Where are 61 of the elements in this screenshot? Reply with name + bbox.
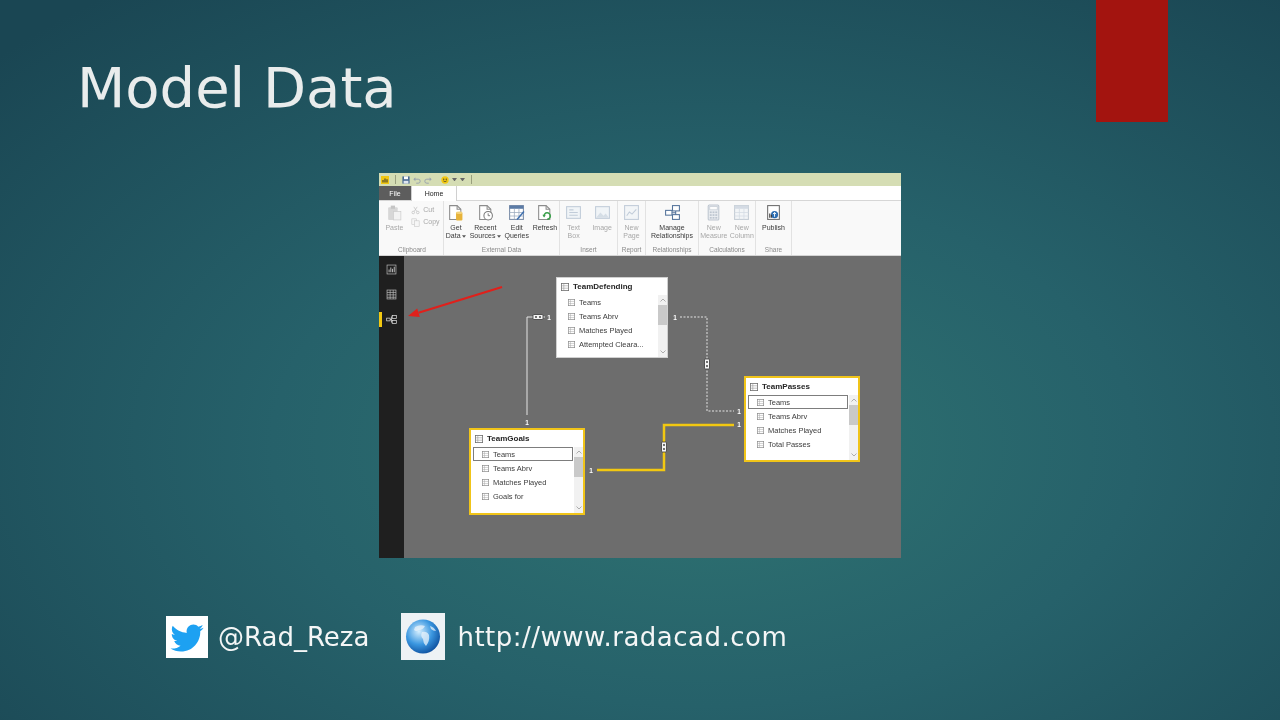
table-name: TeamGoals xyxy=(487,434,530,443)
column-icon xyxy=(757,426,764,434)
scissors-icon xyxy=(411,205,421,215)
chevron-down-icon[interactable] xyxy=(850,453,857,457)
app-logo-icon[interactable] xyxy=(381,175,389,184)
line-marker-icon xyxy=(704,358,710,370)
scrollbar[interactable] xyxy=(849,395,858,460)
chevron-up-icon[interactable] xyxy=(575,450,582,454)
copy-icon xyxy=(411,217,421,227)
image-icon xyxy=(593,204,611,221)
grid-icon xyxy=(386,289,397,300)
relationship-line[interactable] xyxy=(679,316,735,412)
table-icon xyxy=(475,434,483,443)
column-icon xyxy=(482,492,489,500)
line-marker-icon xyxy=(661,441,667,453)
relationship-line[interactable] xyxy=(526,316,546,416)
publish-icon xyxy=(765,204,782,221)
chevron-up-icon[interactable] xyxy=(659,298,666,302)
column-icon xyxy=(482,478,489,486)
relationship-line[interactable] xyxy=(597,423,734,472)
table-column-icon xyxy=(733,204,751,221)
column-icon xyxy=(568,312,575,320)
table-pencil-icon xyxy=(508,204,526,221)
chevron-up-icon[interactable] xyxy=(850,398,857,402)
redo-icon[interactable] xyxy=(424,175,432,184)
website-url: http://www.radacad.com xyxy=(457,621,788,652)
scrollbar[interactable] xyxy=(658,295,667,357)
smiley-icon[interactable] xyxy=(441,175,449,184)
line-marker-icon xyxy=(532,314,544,320)
chart-page-icon xyxy=(623,204,640,221)
column-icon xyxy=(482,450,489,458)
table-name: TeamDefending xyxy=(573,282,633,291)
column-icon xyxy=(568,326,575,334)
scrollbar[interactable] xyxy=(574,447,583,513)
column-icon xyxy=(757,412,764,420)
globe-icon xyxy=(401,613,446,660)
scrollbar-thumb[interactable] xyxy=(849,405,858,425)
chevron-down-icon[interactable] xyxy=(659,350,666,354)
column-icon xyxy=(757,398,764,406)
scrollbar-thumb[interactable] xyxy=(574,457,583,477)
database-document-icon xyxy=(447,204,465,221)
relationship-diagram-icon xyxy=(663,204,681,221)
column-icon xyxy=(482,464,489,472)
save-icon[interactable] xyxy=(402,175,410,184)
column-icon xyxy=(757,440,764,448)
table-icon xyxy=(750,382,758,391)
twitter-handle: @Rad_Reza xyxy=(218,621,370,652)
bar-chart-icon xyxy=(386,264,397,275)
table-icon xyxy=(561,282,569,291)
refresh-document-icon xyxy=(536,204,554,221)
bird-icon xyxy=(166,615,208,658)
clipboard-icon xyxy=(385,204,403,221)
column-icon xyxy=(568,340,575,348)
clock-document-icon xyxy=(476,204,494,221)
relationship-diagram-icon xyxy=(386,314,397,325)
slide-title: Model Data xyxy=(77,55,397,121)
chevron-down-icon[interactable] xyxy=(575,506,582,510)
table-name: TeamPasses xyxy=(762,382,810,391)
scrollbar-thumb[interactable] xyxy=(658,305,667,325)
text-box-icon xyxy=(565,204,583,221)
column-icon xyxy=(568,298,575,306)
